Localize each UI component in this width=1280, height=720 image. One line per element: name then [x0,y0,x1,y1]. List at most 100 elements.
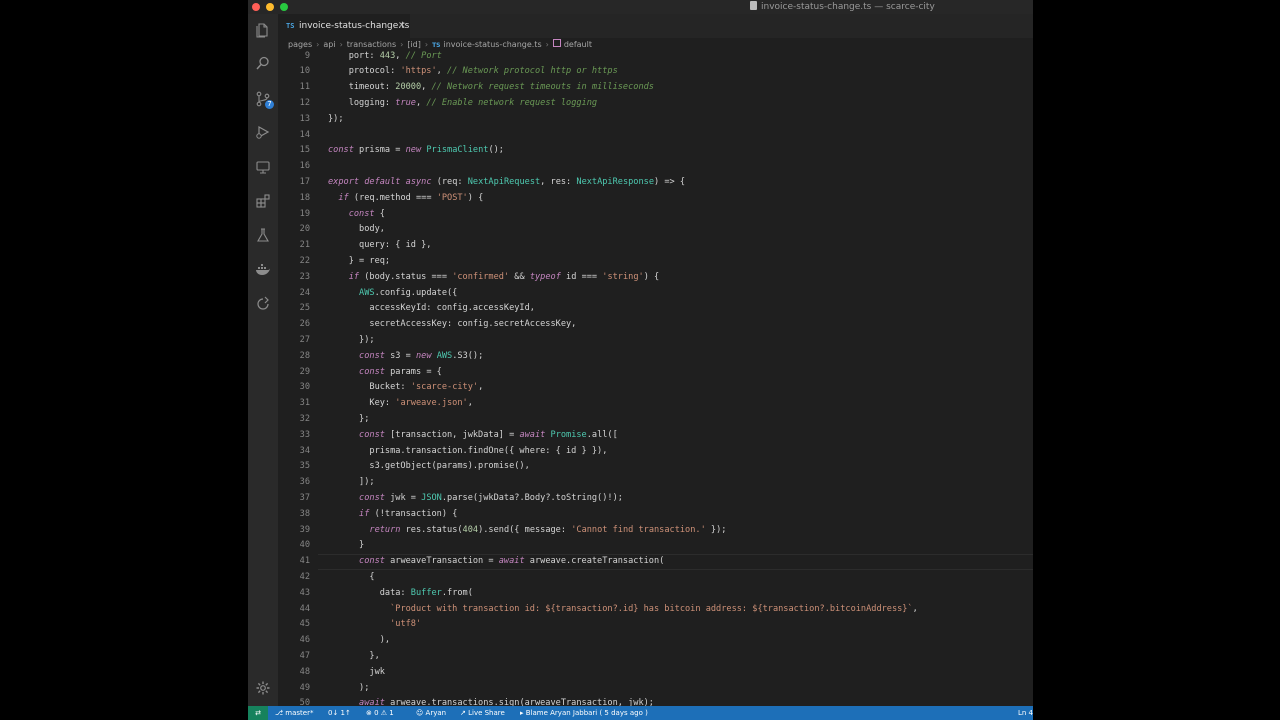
code-line[interactable]: 17 export default async (req: NextApiRequ… [278,175,1033,191]
line-number: 22 [299,255,310,266]
code-line[interactable]: 33 const [transaction, jwkData] = await … [278,428,1033,444]
sync-status[interactable]: 0↓ 1↑ [328,706,351,720]
line-number: 43 [299,587,310,598]
close-window-button[interactable] [252,3,260,11]
code-line[interactable]: 9 port: 443, // Port [278,51,1033,64]
code-text: }); [328,113,344,124]
remote-explorer-icon[interactable] [255,159,271,175]
breadcrumb-item[interactable]: pages [288,38,312,51]
code-line[interactable]: 43 data: Buffer.from( [278,586,1033,602]
code-line[interactable]: 37 const jwk = JSON.parse(jwkData?.Body?… [278,491,1033,507]
code-line[interactable]: 30 Bucket: 'scarce-city', [278,380,1033,396]
live-share-status[interactable]: ↗ Live Share [460,706,505,720]
code-line[interactable]: 44 `Product with transaction id: ${trans… [278,602,1033,618]
code-text: `Product with transaction id: ${transact… [390,603,918,614]
code-line[interactable]: 18 if (req.method === 'POST') { [278,191,1033,207]
code-line[interactable]: 13}); [278,112,1033,128]
code-line[interactable]: 35 s3.getObject(params).promise(), [278,459,1033,475]
line-number: 32 [299,413,310,424]
code-line[interactable]: 46 ), [278,633,1033,649]
code-line[interactable]: 28 const s3 = new AWS.S3(); [278,349,1033,365]
code-line[interactable]: 50 await arweave.transactions.sign(arwea… [278,696,1033,706]
chevron-right-icon: › [424,40,429,49]
gear-icon[interactable] [255,680,271,696]
account-status[interactable]: ☺ Aryan [416,706,446,720]
code-line[interactable]: 14 [278,128,1033,144]
code-line[interactable]: 25 accessKeyId: config.accessKeyId, [278,301,1033,317]
problems-status[interactable]: ⊗ 0 ⚠ 1 [366,706,394,720]
code-line[interactable]: 20 body, [278,222,1033,238]
remote-icon[interactable]: ⇄ [248,706,268,720]
code-text: jwk [328,666,385,677]
code-line[interactable]: 27 }); [278,333,1033,349]
code-text: await arweave.transactions.sign(arweaveT… [359,698,654,706]
code-line[interactable]: 42 { [278,570,1033,586]
breadcrumb-item[interactable]: [id] [407,38,421,51]
code-text: const { [348,208,385,219]
minimize-window-button[interactable] [266,3,274,11]
title-bar: invoice-status-change.ts — scarce-city [248,0,1033,14]
files-icon[interactable] [255,22,271,38]
code-line[interactable]: 26 secretAccessKey: config.secretAccessK… [278,317,1033,333]
code-line[interactable]: 34 prisma.transaction.findOne({ where: {… [278,444,1033,460]
code-line[interactable]: 10 protocol: 'https', // Network protoco… [278,64,1033,80]
code-line[interactable]: 24 AWS.config.update({ [278,286,1033,302]
code-line[interactable]: 31 Key: 'arweave.json', [278,396,1033,412]
code-line[interactable]: 22 } = req; [278,254,1033,270]
code-line[interactable]: 16 [278,159,1033,175]
code-line[interactable]: 32 }; [278,412,1033,428]
code-line[interactable]: 12 logging: true, // Enable network requ… [278,96,1033,112]
code-text: protocol: 'https', // Network protocol h… [328,66,618,77]
line-number: 34 [299,445,310,456]
line-number: 40 [299,540,310,551]
code-line[interactable]: 39 return res.status(404).send({ message… [278,523,1033,539]
maximize-window-button[interactable] [280,3,288,11]
breadcrumb-item[interactable]: api [323,38,335,51]
run-debug-icon[interactable] [255,124,271,140]
code-text: if (body.status === 'confirmed' && typeo… [348,271,660,282]
line-number: 18 [299,192,310,203]
line-number: 29 [299,366,310,377]
line-number: 41 [299,556,310,567]
code-line[interactable]: 15 const prisma = new PrismaClient(); [278,143,1033,159]
source-control-icon[interactable]: 7 [255,91,274,109]
code-line[interactable]: 21 query: { id }, [278,238,1033,254]
code-line[interactable]: 36 ]); [278,475,1033,491]
breadcrumb-item[interactable]: transactions [347,38,396,51]
code-line[interactable]: 49 ); [278,681,1033,697]
git-blame-status[interactable]: ▸ Blame Aryan Jabbari ( 5 days ago ) [520,706,648,720]
code-editor[interactable]: 9 port: 443, // Port 10 protocol: 'https'… [278,51,1033,706]
extensions-icon[interactable] [255,193,271,209]
code-text: ), [328,635,391,646]
close-icon[interactable]: ✕ [398,14,406,38]
code-line[interactable]: 41 const arweaveTransaction = await arwe… [278,554,1033,570]
code-text: ]); [328,477,375,488]
line-number: 16 [299,161,310,172]
code-line[interactable]: 29 const params = { [278,365,1033,381]
code-line[interactable]: 47 }, [278,649,1033,665]
code-line[interactable]: 11 timeout: 20000, // Network request ti… [278,80,1033,96]
line-number: 39 [299,524,310,535]
breadcrumb-item[interactable]: invoice-status-change.ts [444,38,542,51]
code-line[interactable]: 23 if (body.status === 'confirmed' && ty… [278,270,1033,286]
blame-text: Blame Aryan Jabbari ( 5 days ago ) [525,709,648,717]
docker-icon[interactable] [255,262,271,278]
flask-icon[interactable] [255,227,271,243]
code-text: const prisma = new PrismaClient(); [328,145,504,156]
branch-status[interactable]: ⎇ master* [275,706,313,720]
editor-tab[interactable]: TS invoice-status-change.ts ✕ [278,14,410,38]
line-number: 35 [299,461,310,472]
line-number: 10 [299,66,310,77]
cursor-position[interactable]: Ln 4 [1018,706,1033,720]
code-line[interactable]: 38 if (!transaction) { [278,507,1033,523]
code-line[interactable]: 48 jwk [278,665,1033,681]
line-number: 26 [299,319,310,330]
search-icon[interactable] [255,55,271,71]
code-text: logging: true, // Enable network request… [328,97,598,108]
code-line[interactable]: 40 } [278,538,1033,554]
code-line[interactable]: 19 const { [278,207,1033,223]
breadcrumb: pages › api › transactions › [id] › TS invoice-st… [278,38,1033,51]
code-line[interactable]: 45 'utf8' [278,617,1033,633]
breadcrumb-item[interactable]: default [564,38,592,51]
live-share-icon[interactable] [255,295,271,311]
